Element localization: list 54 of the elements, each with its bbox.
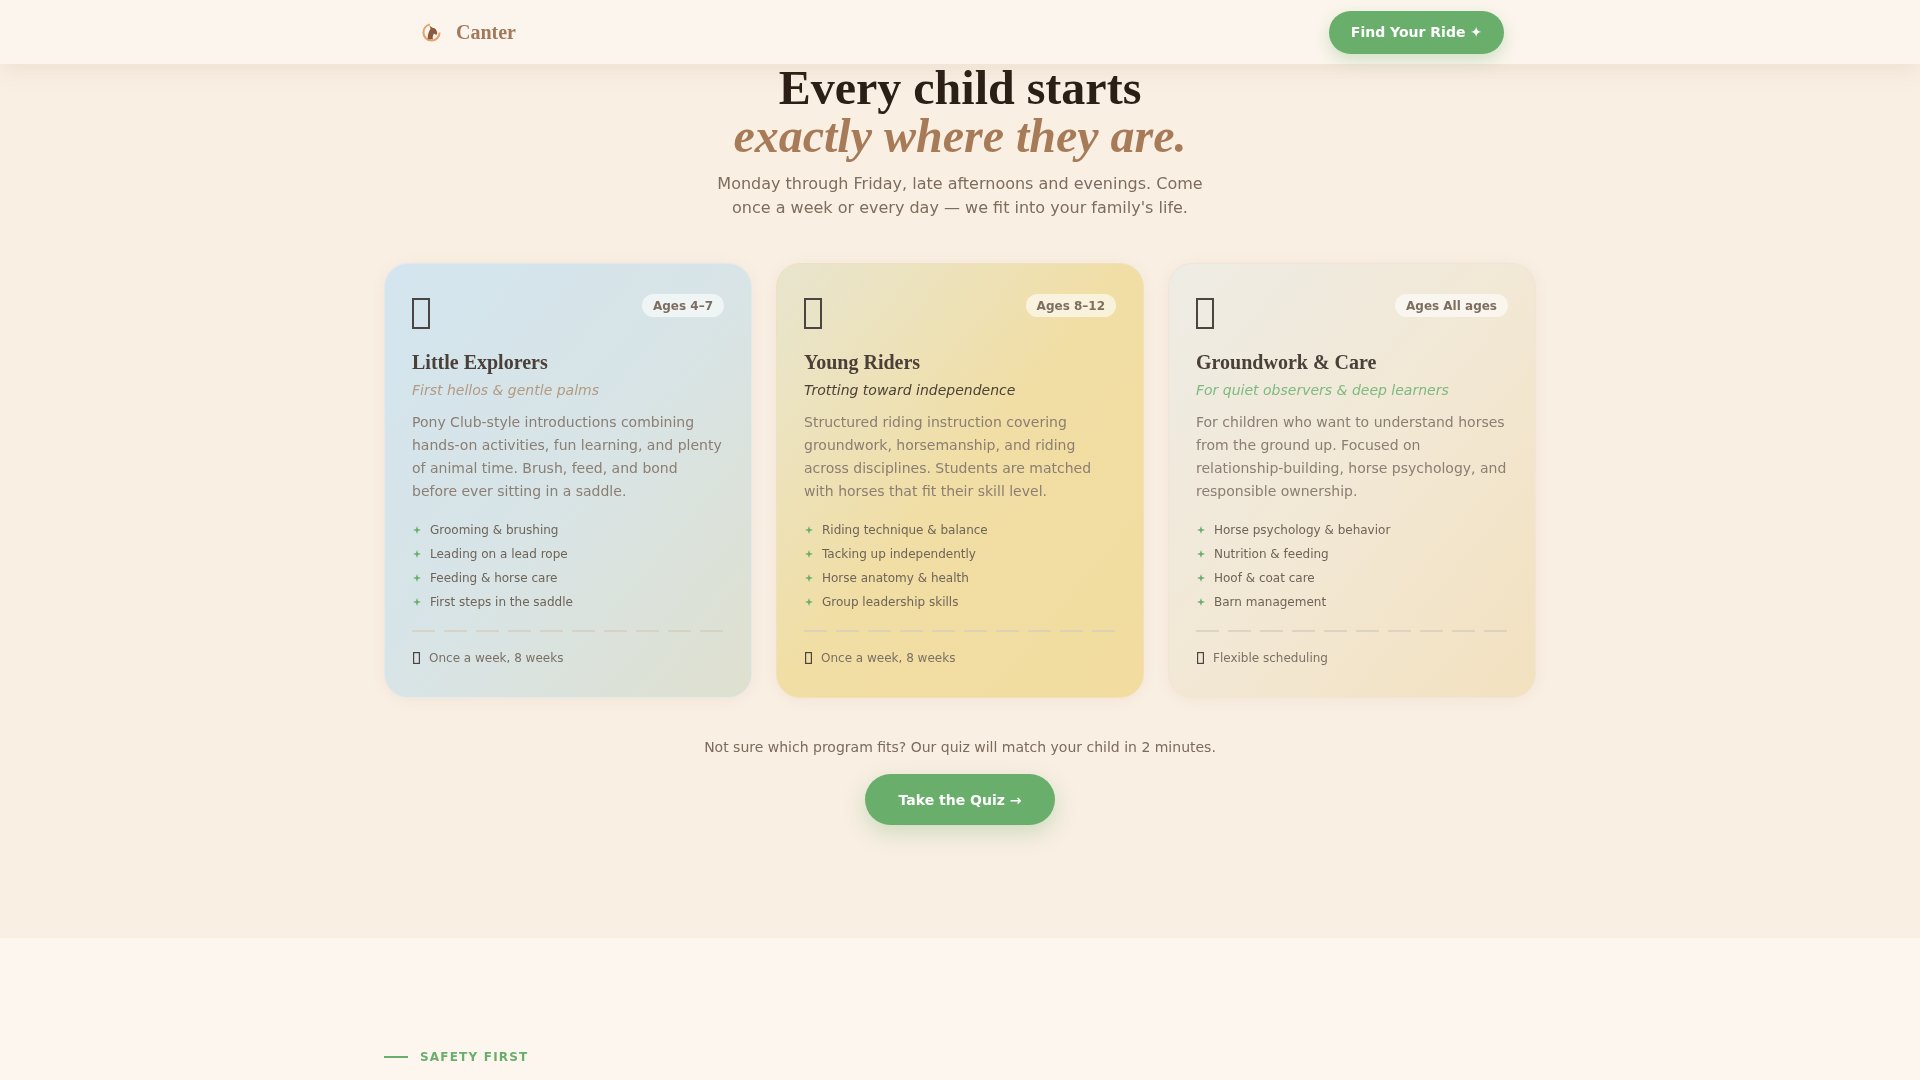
sparkle-icon <box>805 550 813 558</box>
sparkle-icon <box>805 574 813 582</box>
sparkle-icon <box>413 526 421 534</box>
sparkle-icon <box>805 526 813 534</box>
feature-item: Riding technique & balance <box>822 522 988 538</box>
program-title: Little Explorers <box>412 350 549 376</box>
sparkle-icon <box>805 598 813 606</box>
age-badge: Ages 4–7 <box>641 294 724 317</box>
age-badge: Ages All ages <box>1395 294 1508 317</box>
hero-subtitle: Monday through Friday, late afternoons and evenings. Come once a week or every day — we fit into your family's life. <box>716 173 1204 219</box>
feature-item: Group leadership skills <box>822 594 959 610</box>
section-eyebrow: SAFETY FIRST <box>420 1049 529 1066</box>
take-quiz-button[interactable]: Take the Quiz → <box>864 774 1056 825</box>
feature-item: Nutrition & feeding <box>1214 546 1329 562</box>
brand-link[interactable]: Canter <box>422 18 516 46</box>
horse-head-icon <box>422 22 441 42</box>
age-badge: Ages 8–12 <box>1025 294 1116 317</box>
find-your-ride-button[interactable]: Find Your Ride ✦ <box>1328 10 1504 54</box>
missing-glyph-icon <box>804 298 822 329</box>
missing-glyph-icon <box>1196 298 1214 329</box>
sparkle-icon <box>413 574 421 582</box>
sparkle-icon <box>413 598 421 606</box>
program-title: Groundwork & Care <box>1196 350 1378 375</box>
sparkle-icon <box>1197 574 1205 582</box>
feature-item: Tacking up independently <box>822 546 976 562</box>
quiz-prompt: Not sure which program fits? Our quiz will match your child in 2 minutes. <box>704 738 1216 757</box>
feature-item: First steps in the saddle <box>430 594 573 610</box>
missing-glyph-icon <box>413 652 420 664</box>
feature-item: Hoof & coat care <box>1214 570 1315 586</box>
program-tagline: Trotting toward independence <box>804 381 1017 400</box>
schedule-text: Once a week, 8 weeks <box>429 650 564 666</box>
program-tagline: For quiet observers & deep learners <box>1196 381 1450 400</box>
hero-heading: Every child starts <box>778 64 1142 112</box>
program-title: Young Riders <box>804 350 922 376</box>
sparkle-icon <box>413 550 421 558</box>
schedule-text: Flexible scheduling <box>1213 650 1328 666</box>
eyebrow-rule <box>384 1056 408 1058</box>
program-description: Structured riding instruction covering groundwork, horsemanship, and riding across disciplines. Students are matched with horses that fit their skill level. <box>804 413 1093 501</box>
sparkle-icon <box>1197 598 1205 606</box>
missing-glyph-icon <box>412 298 430 329</box>
program-description: Pony Club-style introductions combining hands-on activities, fun learning, and plenty of animal time. Brush, feed, and bond before ever sitting in a saddle. <box>412 413 723 501</box>
missing-glyph-icon <box>1197 652 1204 664</box>
feature-item: Horse psychology & behavior <box>1214 522 1391 538</box>
feature-item: Horse anatomy & health <box>822 570 969 586</box>
feature-item: Grooming & brushing <box>430 522 559 538</box>
sparkle-icon <box>1197 526 1205 534</box>
program-tagline: First hellos & gentle palms <box>412 381 600 400</box>
schedule-text: Once a week, 8 weeks <box>821 650 956 666</box>
feature-item: Barn management <box>1214 594 1327 610</box>
missing-glyph-icon <box>805 652 812 664</box>
sparkle-icon <box>1197 550 1205 558</box>
feature-item: Leading on a lead rope <box>430 546 568 562</box>
program-description: For children who want to understand horses from the ground up. Focused on relationship-building, horse psychology, and responsible ownership. <box>1196 413 1508 501</box>
feature-item: Feeding & horse care <box>430 570 558 586</box>
